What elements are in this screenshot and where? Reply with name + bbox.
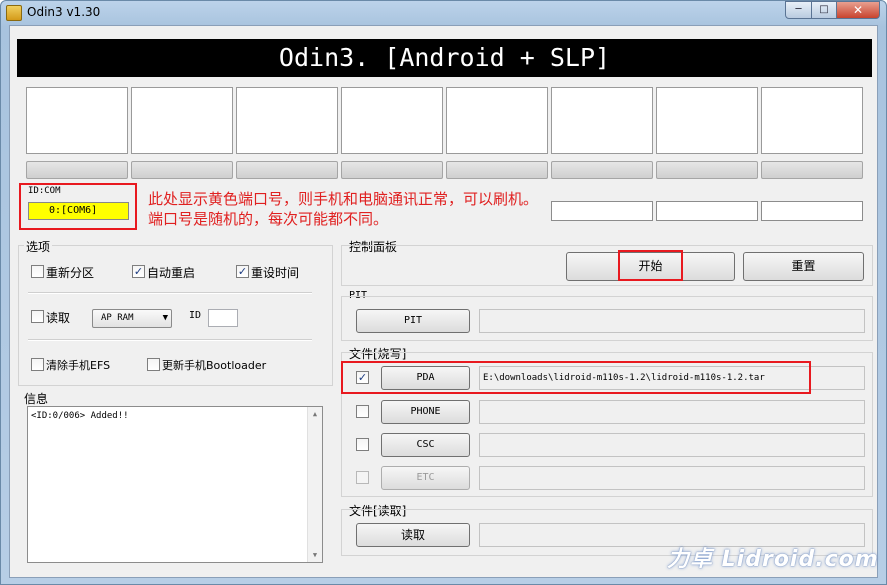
com-port-box-7 bbox=[656, 201, 758, 221]
options-divider-1 bbox=[28, 292, 312, 294]
progress-bar-6 bbox=[551, 161, 653, 179]
pda-row-highlight bbox=[341, 361, 811, 394]
log-line: <ID:0/006> Added!! bbox=[31, 411, 129, 421]
device-slot-4 bbox=[341, 87, 443, 154]
progress-bar-7 bbox=[656, 161, 758, 179]
pit-button[interactable]: PIT bbox=[356, 309, 470, 333]
title-bar[interactable]: Odin3 v1.30 ─ □ ✕ bbox=[1, 1, 886, 25]
id-input[interactable] bbox=[208, 309, 238, 327]
chevron-down-icon: ▼ bbox=[162, 313, 168, 323]
annotation-line-1: 此处显示黄色端口号，则手机和电脑通讯正常，可以刷机。 bbox=[148, 190, 539, 208]
phone-path-field[interactable] bbox=[479, 400, 865, 424]
log-scrollbar[interactable]: ▲ ▼ bbox=[307, 407, 322, 562]
phone-checkbox[interactable] bbox=[356, 405, 369, 418]
progress-bar-8 bbox=[761, 161, 863, 179]
progress-bar-1 bbox=[26, 161, 128, 179]
scroll-up-icon[interactable]: ▲ bbox=[308, 407, 322, 421]
update-bootloader-checkbox[interactable] bbox=[147, 358, 160, 371]
read-label: 读取 bbox=[46, 311, 71, 325]
auto-reboot-label: 自动重启 bbox=[147, 266, 196, 280]
reset-time-checkbox[interactable]: ✓ bbox=[236, 265, 249, 278]
odin-window: Odin3 v1.30 ─ □ ✕ Odin3. [Android + SLP]… bbox=[0, 0, 887, 585]
clear-efs-label: 清除手机EFS bbox=[46, 359, 111, 372]
repartition-checkbox[interactable] bbox=[31, 265, 44, 278]
progress-bar-3 bbox=[236, 161, 338, 179]
ap-ram-select[interactable]: AP RAM ▼ bbox=[92, 309, 172, 328]
csc-button[interactable]: CSC bbox=[381, 433, 470, 457]
pit-path-field[interactable] bbox=[479, 309, 865, 333]
scroll-down-icon[interactable]: ▼ bbox=[308, 548, 322, 562]
info-log[interactable]: <ID:0/006> Added!! ▲ ▼ bbox=[27, 406, 323, 563]
com-port-box-6 bbox=[551, 201, 653, 221]
device-slot-1 bbox=[26, 87, 128, 154]
window-title: Odin3 v1.30 bbox=[27, 5, 101, 19]
progress-bar-5 bbox=[446, 161, 548, 179]
etc-button[interactable]: ETC bbox=[381, 466, 470, 490]
csc-checkbox[interactable] bbox=[356, 438, 369, 451]
update-bootloader-label: 更新手机Bootloader bbox=[162, 359, 267, 372]
device-slot-8 bbox=[761, 87, 863, 154]
device-slot-7 bbox=[656, 87, 758, 154]
read-file-button[interactable]: 读取 bbox=[356, 523, 470, 547]
device-slot-3 bbox=[236, 87, 338, 154]
progress-bar-2 bbox=[131, 161, 233, 179]
maximize-button[interactable]: □ bbox=[811, 1, 837, 19]
client-area: Odin3. [Android + SLP] ID:COM 0:[COM6] 此… bbox=[9, 25, 878, 578]
etc-path-field[interactable] bbox=[479, 466, 865, 490]
odin-banner: Odin3. [Android + SLP] bbox=[17, 39, 872, 77]
device-slot-2 bbox=[131, 87, 233, 154]
options-divider-2 bbox=[28, 339, 312, 341]
info-title: 信息 bbox=[24, 392, 49, 406]
options-title: 选项 bbox=[24, 238, 53, 255]
reset-time-label: 重设时间 bbox=[251, 266, 300, 280]
com-port-box-8 bbox=[761, 201, 863, 221]
id-label: ID bbox=[189, 310, 202, 321]
device-slot-5 bbox=[446, 87, 548, 154]
watermark-logo: 力卓 Lidroid.com bbox=[667, 547, 879, 572]
minimize-button[interactable]: ─ bbox=[785, 1, 812, 19]
device-slot-6 bbox=[551, 87, 653, 154]
progress-bar-4 bbox=[341, 161, 443, 179]
close-button[interactable]: ✕ bbox=[836, 1, 880, 19]
ap-ram-select-value: AP RAM bbox=[101, 313, 134, 323]
clear-efs-checkbox[interactable] bbox=[31, 358, 44, 371]
start-button-highlight bbox=[618, 250, 683, 281]
com-port-highlight bbox=[19, 183, 137, 230]
reset-button[interactable]: 重置 bbox=[743, 252, 864, 281]
app-icon bbox=[6, 5, 22, 21]
read-checkbox[interactable] bbox=[31, 310, 44, 323]
phone-button[interactable]: PHONE bbox=[381, 400, 470, 424]
repartition-label: 重新分区 bbox=[46, 266, 95, 280]
csc-path-field[interactable] bbox=[479, 433, 865, 457]
annotation-line-2: 端口号是随机的，每次可能都不同。 bbox=[148, 210, 389, 228]
etc-checkbox[interactable] bbox=[356, 471, 369, 484]
auto-reboot-checkbox[interactable]: ✓ bbox=[132, 265, 145, 278]
